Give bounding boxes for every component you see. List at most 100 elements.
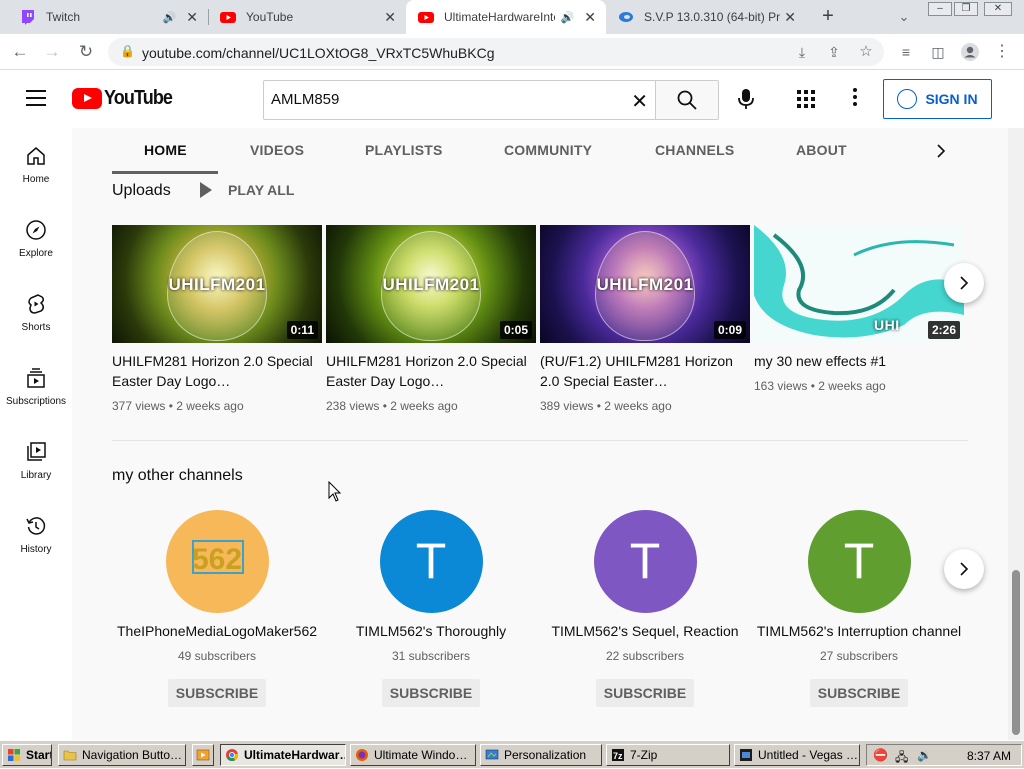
guide-item-shorts[interactable]: Shorts xyxy=(0,276,72,336)
taskbar-item-ultimatehardware[interactable]: UltimateHardwar… xyxy=(220,744,346,766)
forward-icon[interactable]: → xyxy=(40,40,64,64)
guide-item-history[interactable]: History xyxy=(0,498,72,558)
new-tab-button[interactable]: + xyxy=(816,5,840,29)
channel-avatar[interactable]: T xyxy=(593,510,697,613)
tab-playlists[interactable]: PLAYLISTS xyxy=(365,142,443,158)
volume-icon[interactable]: 🔉 xyxy=(917,748,932,762)
subscribe-button[interactable]: SUBSCRIBE xyxy=(381,679,481,707)
reload-icon[interactable]: ↻ xyxy=(74,40,98,64)
video-card[interactable]: UHILFM201 0:05 UHILFM281 Horizon 2.0 Spe… xyxy=(326,225,536,413)
channel-avatar[interactable]: 562 xyxy=(165,510,269,613)
share-icon[interactable]: ⇪ xyxy=(822,40,846,64)
browser-tab-youtube[interactable]: YouTube ✕ xyxy=(208,0,406,34)
guide-item-explore[interactable]: Explore xyxy=(0,202,72,262)
video-thumbnail[interactable]: UHILFM201 0:05 xyxy=(326,225,536,343)
guide-item-library[interactable]: Library xyxy=(0,424,72,484)
view-count: 238 views xyxy=(326,399,380,413)
duration-badge: 0:09 xyxy=(713,321,746,339)
back-icon[interactable]: ← xyxy=(8,40,32,64)
taskbar-item-ultimate-windows[interactable]: Ultimate Windo… xyxy=(350,744,476,766)
channel-avatar[interactable]: T xyxy=(807,510,911,613)
profile-icon[interactable] xyxy=(958,40,982,64)
video-title[interactable]: UHILFM281 Horizon 2.0 Special Easter Day… xyxy=(112,351,322,391)
search-input[interactable]: AMLM859 ✕ xyxy=(263,80,656,120)
subscribe-button[interactable]: SUBSCRIBE xyxy=(167,679,267,707)
taskbar-item-navigation-buttons[interactable]: Navigation Butto… xyxy=(58,744,186,766)
hamburger-menu-icon[interactable] xyxy=(26,90,46,106)
video-title[interactable]: UHILFM281 Horizon 2.0 Special Easter Day… xyxy=(326,351,536,391)
security-alert-icon[interactable]: ⛔ xyxy=(873,748,888,762)
close-tab-icon[interactable]: ✕ xyxy=(584,9,596,26)
taskbar-item-vegas[interactable]: Untitled - Vegas … xyxy=(734,744,860,766)
channels-next-button[interactable] xyxy=(944,549,984,589)
subscriber-count: 22 subscribers xyxy=(605,649,685,663)
guide-item-subscriptions[interactable]: Subscriptions xyxy=(0,350,72,410)
channel-name[interactable]: TIMLM562's Sequel, Reaction xyxy=(538,623,752,639)
browser-tab-svp[interactable]: S.V.P 13.0.310 (64-bit) Pre ✕ xyxy=(606,0,806,34)
taskbar-item-personalization[interactable]: Personalization xyxy=(480,744,602,766)
restore-button[interactable]: ❐ xyxy=(954,2,978,16)
subscribe-button[interactable]: SUBSCRIBE xyxy=(809,679,909,707)
tab-home[interactable]: HOME xyxy=(144,142,187,158)
channel-name[interactable]: TheIPhoneMediaLogoMaker562 xyxy=(110,623,324,639)
taskbar-quicklaunch-media[interactable] xyxy=(192,744,214,766)
tab-videos[interactable]: VIDEOS xyxy=(250,142,304,158)
close-tab-icon[interactable]: ✕ xyxy=(186,9,198,26)
chevron-right-icon[interactable] xyxy=(930,140,952,162)
taskbar-item-7zip[interactable]: 7z 7-Zip xyxy=(606,744,730,766)
address-bar[interactable]: 🔒 youtube.com/channel/UC1LOXtOG8_VRxTC5W… xyxy=(108,38,884,66)
tab-community[interactable]: COMMUNITY xyxy=(504,142,592,158)
taskbar-item-label: Personalization xyxy=(504,748,587,762)
video-thumbnail[interactable]: UHILFM201 0:11 xyxy=(112,225,322,343)
channel-name[interactable]: TIMLM562's Thoroughly xyxy=(324,623,538,639)
subscriber-count: 49 subscribers xyxy=(177,649,257,663)
video-thumbnail[interactable]: UHILFM201 0:09 xyxy=(540,225,750,343)
video-thumbnail[interactable]: UHI 2:26 xyxy=(754,225,964,343)
settings-more-icon[interactable] xyxy=(851,88,859,110)
tab-about[interactable]: ABOUT xyxy=(796,142,847,158)
play-all-button[interactable]: PLAY ALL xyxy=(200,182,294,198)
scrollbar-thumb[interactable] xyxy=(1012,570,1020,735)
channel-card[interactable]: 562 TheIPhoneMediaLogoMaker562 49 subscr… xyxy=(110,510,324,707)
channel-card[interactable]: T TIMLM562's Interruption channel 27 sub… xyxy=(752,510,966,707)
close-tab-icon[interactable]: ✕ xyxy=(384,9,396,26)
channel-card[interactable]: T TIMLM562's Sequel, Reaction 22 subscri… xyxy=(538,510,752,707)
network-icon[interactable]: 🖧 xyxy=(895,748,908,769)
history-icon xyxy=(26,517,46,535)
youtube-logo[interactable]: YouTube xyxy=(72,87,180,110)
video-title[interactable]: (RU/F1.2) UHILFM281 Horizon 2.0 Special … xyxy=(540,351,750,391)
tab-search-icon[interactable]: ⌄ xyxy=(892,5,916,29)
clock[interactable]: 8:37 AM xyxy=(967,749,1011,763)
browser-tab-twitch[interactable]: Twitch 🔊 ✕ xyxy=(8,0,208,34)
video-card[interactable]: UHILFM201 0:11 UHILFM281 Horizon 2.0 Spe… xyxy=(112,225,322,413)
install-app-icon[interactable]: ⤓ xyxy=(790,40,814,64)
microphone-icon[interactable] xyxy=(733,86,759,112)
uploads-next-button[interactable] xyxy=(944,263,984,303)
speaker-icon[interactable]: 🔊 xyxy=(561,11,575,24)
apps-grid-icon[interactable] xyxy=(797,90,815,108)
channel-card[interactable]: T TIMLM562's Thoroughly 31 subscribers S… xyxy=(324,510,538,707)
minimize-button[interactable]: – xyxy=(928,2,952,16)
search-button[interactable] xyxy=(655,80,719,120)
video-card[interactable]: UHILFM201 0:09 (RU/F1.2) UHILFM281 Horiz… xyxy=(540,225,750,413)
channel-name[interactable]: TIMLM562's Interruption channel xyxy=(752,623,966,639)
channel-avatar[interactable]: T xyxy=(379,510,483,613)
bookmark-star-icon[interactable]: ☆ xyxy=(854,40,878,64)
tab-channels[interactable]: CHANNELS xyxy=(655,142,734,158)
side-panel-icon[interactable]: ◫ xyxy=(926,40,950,64)
browser-toolbar: ← → ↻ 🔒 youtube.com/channel/UC1LOXtOG8_V… xyxy=(0,34,1024,70)
video-card[interactable]: UHI 2:26 my 30 new effects #1 163 views … xyxy=(754,225,964,393)
start-button[interactable]: Start xyxy=(2,744,52,766)
page-scrollbar[interactable] xyxy=(1008,128,1024,740)
guide-item-home[interactable]: Home xyxy=(0,128,72,188)
close-tab-icon[interactable]: ✕ xyxy=(784,9,796,26)
close-window-button[interactable]: ✕ xyxy=(984,2,1012,16)
upload-age: 2 weeks ago xyxy=(390,399,458,413)
clear-search-icon[interactable]: ✕ xyxy=(631,89,648,114)
media-control-icon[interactable]: ≡ xyxy=(894,40,918,64)
subscribe-button[interactable]: SUBSCRIBE xyxy=(595,679,695,707)
browser-menu-icon[interactable]: ⋮ xyxy=(990,40,1014,64)
browser-tab-ultimatehardware[interactable]: UltimateHardwareInter 🔊 ✕ xyxy=(406,0,606,34)
speaker-icon[interactable]: 🔊 xyxy=(163,11,177,24)
sign-in-button[interactable]: SIGN IN xyxy=(883,79,992,119)
